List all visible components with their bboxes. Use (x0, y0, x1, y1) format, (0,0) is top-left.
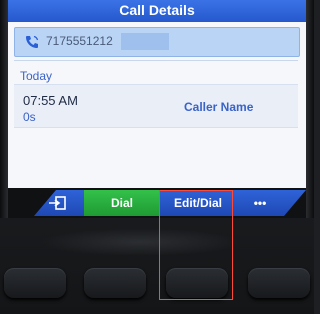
hardware-softkey-4[interactable] (248, 268, 310, 298)
call-time: 07:55 AM (23, 93, 78, 108)
call-duration: 0s (23, 110, 36, 124)
back-softkey[interactable] (34, 190, 84, 216)
bezel-left (0, 0, 8, 218)
phone-number: 7175551212 (46, 34, 113, 48)
redacted-area (121, 33, 169, 50)
phone-screen: Call Details 7175551212 Today 07:55 AM 0… (8, 0, 306, 218)
back-icon (34, 190, 66, 216)
softkey-bar: Dial Edit/Dial ••• (8, 188, 306, 218)
more-softkey[interactable]: ••• (236, 190, 306, 216)
section-label-today: Today (20, 69, 53, 83)
highlight-box (159, 190, 233, 300)
dial-softkey[interactable]: Dial (84, 190, 160, 216)
phone-device: Call Details 7175551212 Today 07:55 AM 0… (0, 0, 314, 314)
number-row[interactable]: 7175551212 (14, 27, 300, 57)
hardware-softkey-2[interactable] (84, 268, 146, 298)
bezel-right (306, 0, 314, 218)
caller-name: Caller Name (184, 100, 254, 114)
screen-title: Call Details (8, 0, 306, 22)
divider (14, 60, 298, 61)
hardware-softkey-1[interactable] (4, 268, 66, 298)
more-label: ••• (253, 196, 267, 210)
call-entry[interactable]: 07:55 AM 0s Caller Name (14, 84, 298, 128)
phone-icon (26, 35, 39, 48)
